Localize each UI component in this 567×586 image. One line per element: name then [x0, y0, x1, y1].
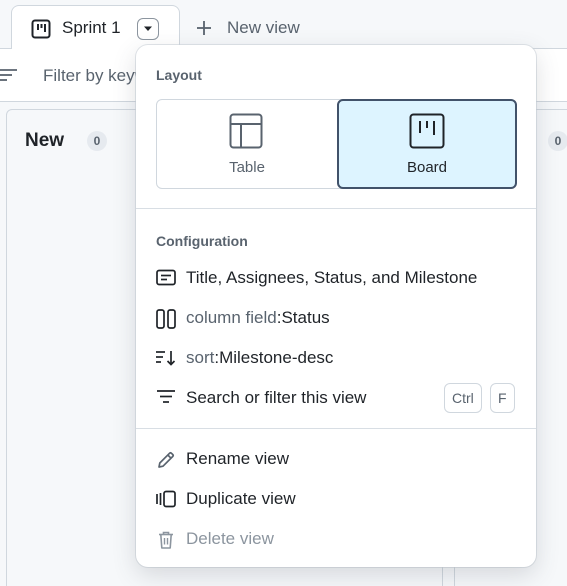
sort-label: sort:Milestone-desc — [186, 348, 333, 368]
sort-value: Milestone-desc — [219, 348, 334, 367]
rename-view-label: Rename view — [186, 449, 289, 468]
filter-icon — [0, 68, 18, 87]
shortcut-key-f: F — [490, 383, 515, 413]
layout-heading: Layout — [156, 67, 202, 83]
board-layout-icon — [409, 113, 445, 149]
configuration-heading: Configuration — [156, 233, 248, 249]
filter-lines-icon — [156, 389, 176, 410]
tab-label: Sprint 1 — [62, 18, 121, 37]
sort-key: sort — [186, 348, 215, 367]
layout-option-table[interactable]: Table — [157, 100, 337, 188]
column-field-icon — [156, 309, 176, 334]
duplicate-icon — [156, 490, 176, 513]
rename-view-item[interactable]: Rename view — [156, 444, 516, 474]
duplicate-view-item[interactable]: Duplicate view — [156, 484, 516, 514]
new-view-label: New view — [227, 18, 300, 37]
search-filter-config-item[interactable]: Search or filter this view Ctrl F — [156, 383, 516, 413]
column-field-label: column field:Status — [186, 308, 330, 328]
column-field-config-item[interactable]: column field:Status — [156, 303, 516, 333]
search-filter-label: Search or filter this view — [186, 388, 367, 407]
fields-label: Title, Assignees, Status, and Milestone — [186, 268, 478, 287]
fields-icon — [156, 269, 176, 292]
view-tab-bar: Sprint 1 New view — [0, 0, 567, 50]
sort-config-item[interactable]: sort:Milestone-desc — [156, 343, 516, 373]
sort-desc-icon — [156, 349, 176, 372]
fields-config-item[interactable]: Title, Assignees, Status, and Milestone — [156, 263, 516, 293]
column-count-badge: 0 — [548, 131, 567, 151]
layout-option-label: Table — [229, 159, 265, 176]
layout-option-label: Board — [406, 159, 448, 176]
delete-view-label: Delete view — [186, 529, 274, 548]
layout-option-board[interactable]: Board — [337, 99, 517, 189]
view-options-button[interactable] — [137, 18, 159, 40]
column-title: New — [25, 130, 65, 151]
divider — [136, 208, 536, 209]
shortcut-key-ctrl: Ctrl — [444, 383, 482, 413]
pencil-icon — [156, 450, 176, 475]
board-icon — [31, 19, 51, 44]
tab-sprint-1[interactable]: Sprint 1 — [11, 5, 180, 50]
layout-selector: Table Board — [156, 99, 517, 189]
table-icon — [229, 113, 263, 149]
chevron-down-icon — [144, 26, 152, 31]
duplicate-view-label: Duplicate view — [186, 489, 296, 508]
delete-view-item: Delete view — [156, 524, 516, 554]
view-options-menu: Layout Table Board Configuration Title, … — [136, 45, 536, 567]
column-count-badge: 0 — [87, 131, 107, 151]
trash-icon — [156, 530, 176, 555]
divider — [136, 428, 536, 429]
plus-icon — [197, 21, 211, 35]
column-field-key: column field — [186, 308, 277, 327]
column-field-value: Status — [281, 308, 330, 327]
